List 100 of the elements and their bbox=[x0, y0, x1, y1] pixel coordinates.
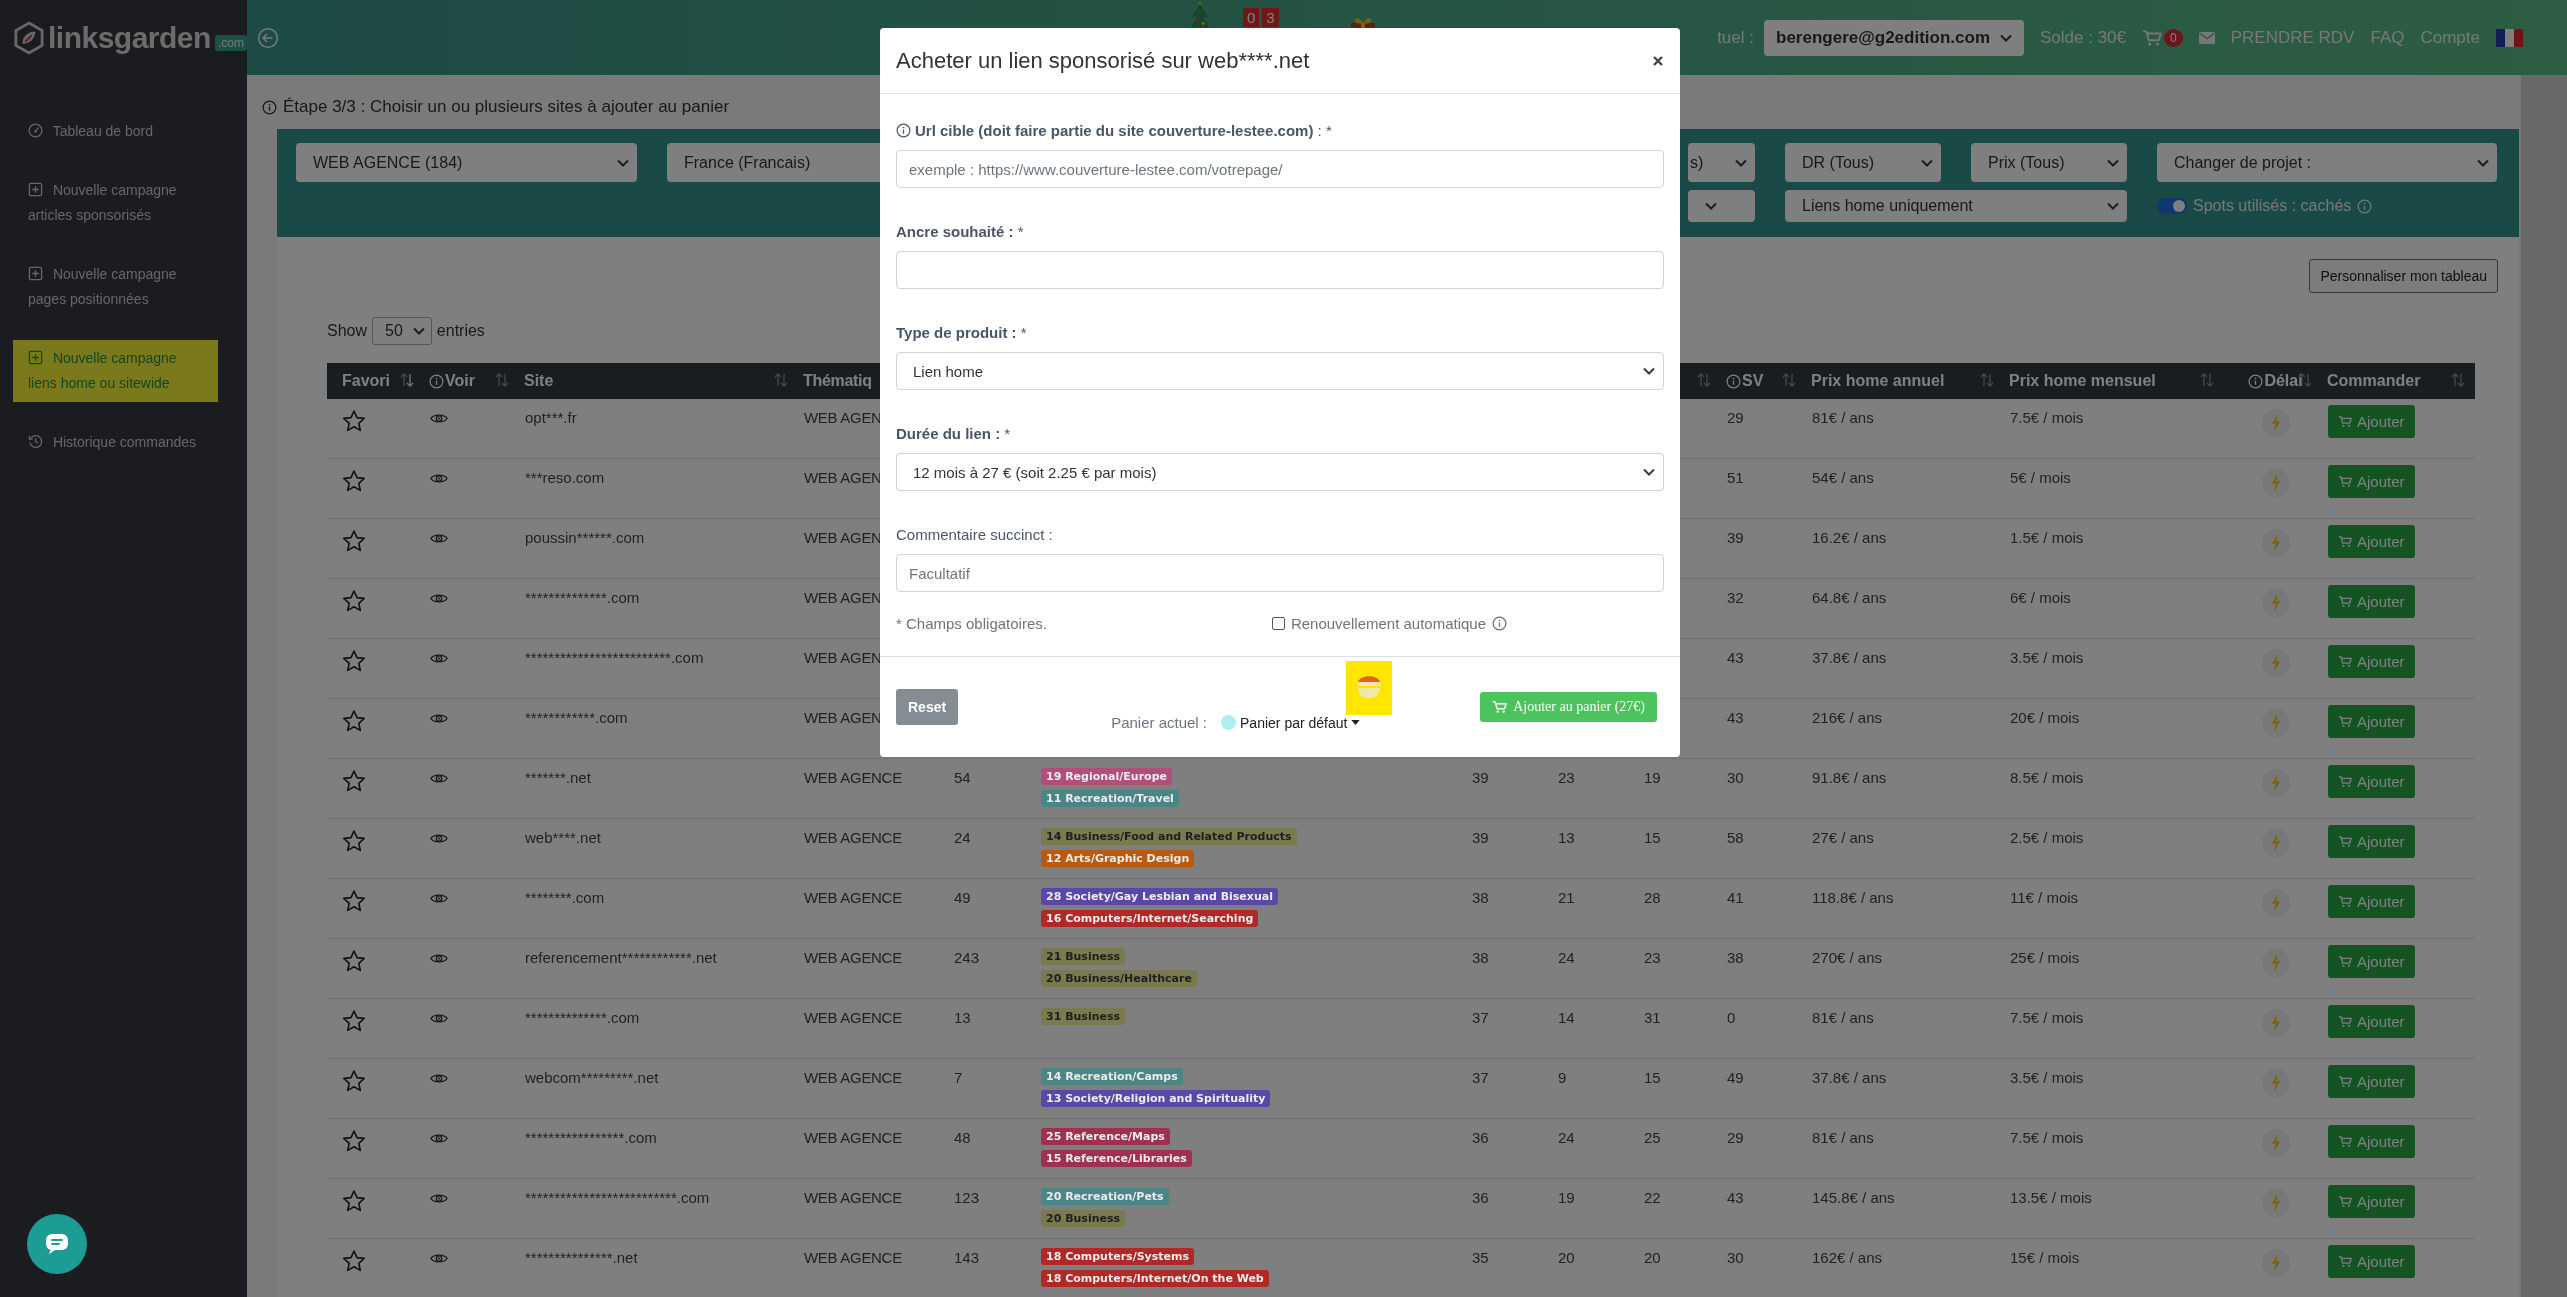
add-button[interactable]: Ajouter bbox=[2328, 525, 2415, 558]
logo-badge: .com bbox=[214, 34, 247, 51]
star-icon[interactable] bbox=[342, 1249, 366, 1273]
nav-link[interactable]: Compte bbox=[2420, 27, 2480, 48]
star-icon[interactable] bbox=[342, 1129, 366, 1153]
checkbox[interactable] bbox=[1271, 617, 1285, 630]
close-icon[interactable] bbox=[1652, 54, 1664, 67]
filter-select[interactable]: WEB AGENCE (184) bbox=[296, 143, 637, 182]
eye-icon[interactable] bbox=[430, 532, 448, 545]
table-cell: 35 bbox=[1472, 1249, 1489, 1266]
column-header[interactable]: Délai bbox=[2264, 372, 2303, 390]
eye-icon[interactable] bbox=[430, 472, 448, 485]
eye-icon[interactable] bbox=[430, 772, 448, 785]
table-cell: 32 bbox=[1727, 589, 1744, 606]
eye-icon[interactable] bbox=[430, 952, 448, 965]
add-button[interactable]: Ajouter bbox=[2328, 405, 2415, 438]
star-icon[interactable] bbox=[342, 529, 366, 553]
scrollbar[interactable] bbox=[2521, 75, 2567, 1297]
reset-button[interactable]: Reset bbox=[896, 689, 959, 725]
sidebar-item[interactable]: Historique commandes bbox=[13, 424, 218, 461]
add-button[interactable]: Ajouter bbox=[2328, 1065, 2415, 1098]
star-icon[interactable] bbox=[342, 949, 366, 973]
table-cell: 30 bbox=[1727, 769, 1744, 786]
column-header[interactable]: Thématiq bbox=[803, 372, 872, 390]
dropdown[interactable]: Lien home bbox=[896, 352, 1664, 390]
eye-icon[interactable] bbox=[430, 412, 448, 425]
table-cell: webcom*********.net bbox=[525, 1069, 659, 1086]
star-icon[interactable] bbox=[342, 829, 366, 853]
star-icon[interactable] bbox=[342, 1189, 366, 1213]
star-icon[interactable] bbox=[342, 1009, 366, 1033]
add-button[interactable]: Ajouter bbox=[2328, 945, 2415, 978]
star-icon[interactable] bbox=[342, 889, 366, 913]
filter-select[interactable]: Prix (Tous) bbox=[1971, 143, 2127, 182]
table-cell: 21 bbox=[1558, 889, 1575, 906]
entries-select[interactable]: 50 bbox=[372, 317, 432, 345]
eye-icon[interactable] bbox=[430, 1252, 448, 1265]
filter-select[interactable]: Liens home uniquement bbox=[1785, 190, 2127, 222]
text-field[interactable]: exemple : https://www.couverture-lestee.com/votrepage/ bbox=[896, 150, 1664, 188]
add-button[interactable]: Ajouter bbox=[2328, 765, 2415, 798]
field-label: Commentaire succinct : bbox=[896, 525, 1053, 543]
toggle-switch[interactable] bbox=[2157, 198, 2187, 214]
add-button[interactable]: Ajouter bbox=[2328, 585, 2415, 618]
filter-select[interactable]: s) bbox=[1688, 143, 1755, 182]
text-field[interactable] bbox=[896, 251, 1664, 289]
eye-icon[interactable] bbox=[430, 892, 448, 905]
sidebar-item[interactable]: Tableau de bord bbox=[13, 113, 218, 150]
customize-table-button[interactable]: Personnaliser mon tableau bbox=[2309, 259, 2498, 293]
column-header[interactable]: Site bbox=[524, 372, 554, 390]
add-to-cart-button[interactable]: Ajouter au panier (27€) bbox=[1480, 692, 1657, 722]
star-icon[interactable] bbox=[342, 709, 366, 733]
eye-icon[interactable] bbox=[430, 592, 448, 605]
nav-link[interactable]: FAQ bbox=[2370, 27, 2405, 48]
add-button[interactable]: Ajouter bbox=[2328, 465, 2415, 498]
account-select[interactable]: berengere@g2edition.com bbox=[1764, 19, 2024, 56]
filter-select[interactable]: DR (Tous) bbox=[1785, 143, 1941, 182]
filter-select[interactable]: Changer de projet : bbox=[2157, 143, 2497, 182]
eye-icon[interactable] bbox=[430, 1192, 448, 1205]
text-field[interactable]: Facultatif bbox=[896, 554, 1664, 592]
star-icon[interactable] bbox=[342, 1069, 366, 1093]
star-icon[interactable] bbox=[342, 649, 366, 673]
eye-icon[interactable] bbox=[430, 832, 448, 845]
star-icon[interactable] bbox=[342, 469, 366, 493]
add-button[interactable]: Ajouter bbox=[2328, 1245, 2415, 1278]
star-icon[interactable] bbox=[342, 589, 366, 613]
column-header[interactable]: Commander bbox=[2327, 372, 2421, 390]
eye-icon[interactable] bbox=[430, 1012, 448, 1025]
dropdown[interactable]: 12 mois à 27 € (soit 2.25 € par mois) bbox=[896, 453, 1664, 491]
eye-icon[interactable] bbox=[430, 712, 448, 725]
column-header[interactable]: Favori bbox=[342, 372, 390, 390]
column-header[interactable]: Prix home mensuel bbox=[2009, 372, 2156, 390]
add-button[interactable]: Ajouter bbox=[2328, 885, 2415, 918]
sidebar-item[interactable]: Nouvelle campagne articles sponsorisés bbox=[13, 172, 218, 234]
add-button[interactable]: Ajouter bbox=[2328, 1005, 2415, 1038]
table-cell: 13.5€ / mois bbox=[2010, 1189, 2092, 1206]
column-header[interactable]: Prix home annuel bbox=[1811, 372, 1945, 390]
gauge-icon bbox=[28, 123, 43, 138]
add-button[interactable]: Ajouter bbox=[2328, 705, 2415, 738]
table-cell: 23 bbox=[1644, 949, 1661, 966]
eye-icon[interactable] bbox=[430, 1132, 448, 1145]
sidebar-item[interactable]: Nouvelle campagne pages positionnées bbox=[13, 256, 218, 318]
table-cell: opt***.fr bbox=[525, 409, 577, 426]
column-header[interactable]: SV bbox=[1742, 372, 1764, 390]
sort-icon[interactable] bbox=[400, 372, 414, 388]
table-cell: 7 bbox=[954, 1069, 963, 1086]
add-button[interactable]: Ajouter bbox=[2328, 1125, 2415, 1158]
star-icon[interactable] bbox=[342, 409, 366, 433]
eye-icon[interactable] bbox=[430, 652, 448, 665]
nav-link[interactable]: PRENDRE RDV bbox=[2230, 27, 2355, 48]
add-button[interactable]: Ajouter bbox=[2328, 825, 2415, 858]
cart-icon bbox=[2338, 895, 2352, 908]
column-header[interactable]: Voir bbox=[445, 372, 475, 390]
eye-icon[interactable] bbox=[430, 1072, 448, 1085]
cart-dropdown[interactable]: Panier par défaut bbox=[1221, 714, 1361, 731]
add-button[interactable]: Ajouter bbox=[2328, 645, 2415, 678]
lightning-icon bbox=[2262, 709, 2290, 737]
flag-icon[interactable] bbox=[2496, 28, 2523, 47]
star-icon[interactable] bbox=[342, 769, 366, 793]
add-button[interactable]: Ajouter bbox=[2328, 1185, 2415, 1218]
sidebar-item[interactable]: Nouvelle campagne liens home ou sitewide bbox=[13, 340, 218, 402]
lightning-icon bbox=[2262, 1249, 2290, 1277]
